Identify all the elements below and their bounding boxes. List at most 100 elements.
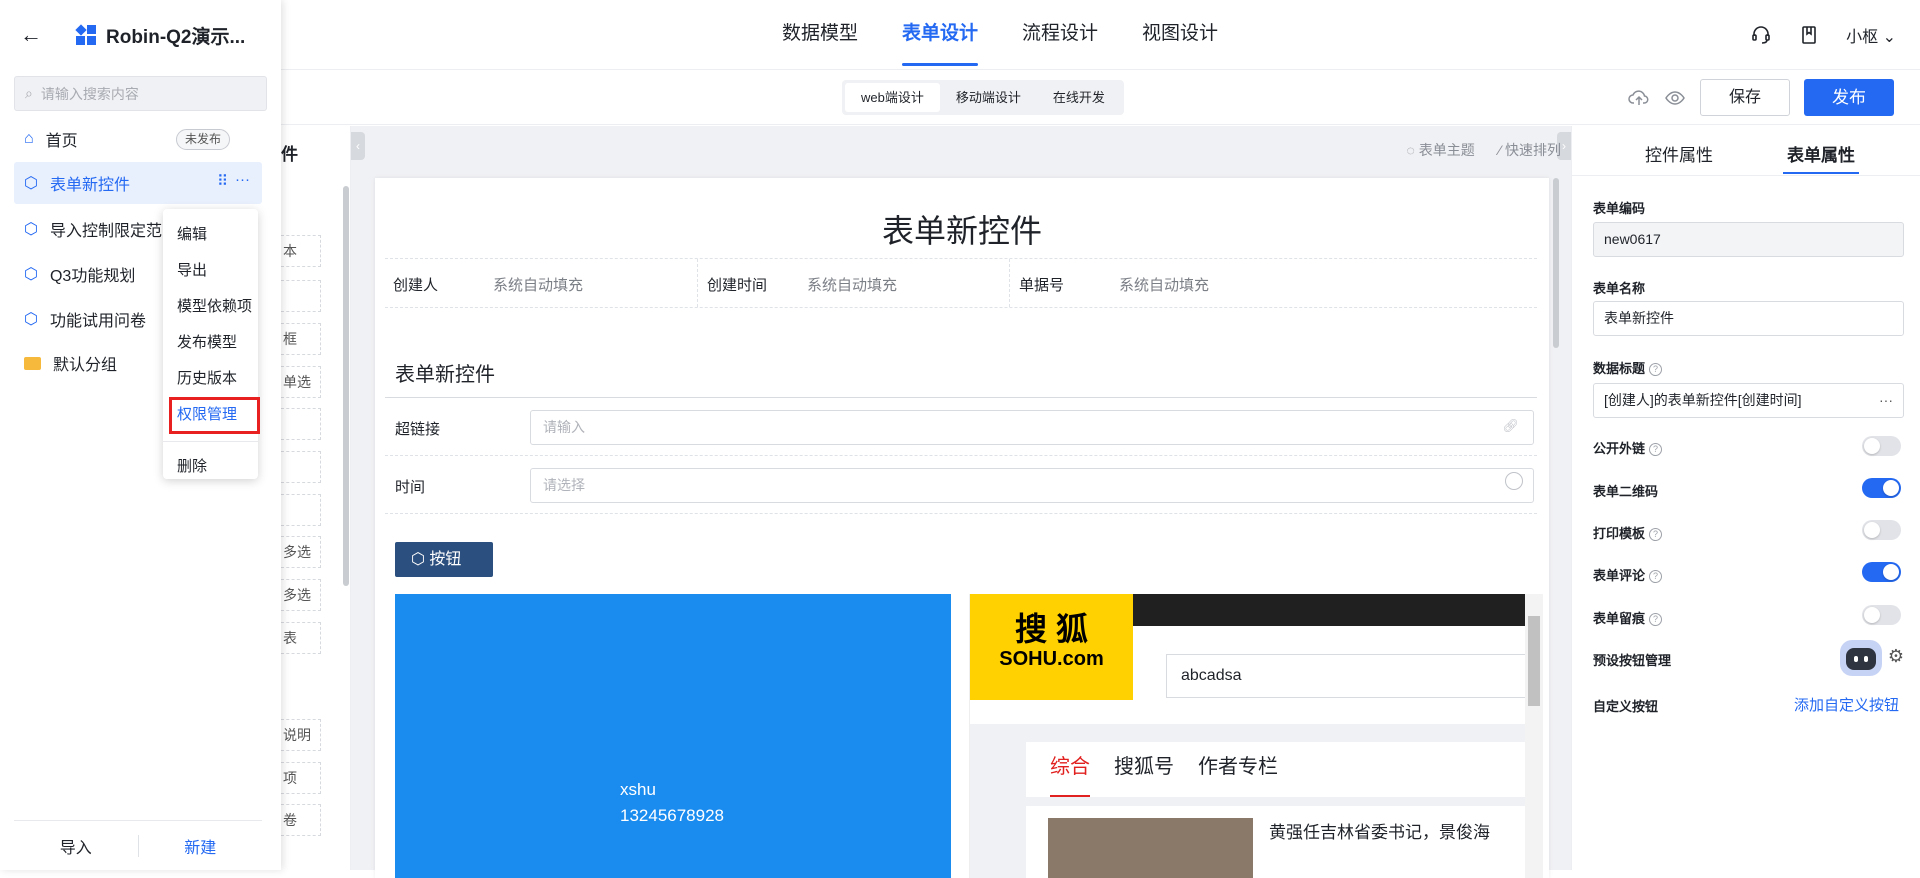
menu-item-history[interactable]: 历史版本 [163, 361, 258, 397]
quick-arrange-button[interactable]: ⁄ 快速排列 [1499, 140, 1561, 160]
divider [1009, 259, 1010, 307]
mode-mobile[interactable]: 移动端设计 [940, 83, 1037, 112]
home-icon: ⌂ [24, 130, 34, 147]
sohu-tab-account[interactable]: 搜狐号 [1114, 742, 1174, 797]
sidebar-item-home[interactable]: ⌂ 首页 未发布 [14, 118, 262, 160]
robot-eye [1854, 656, 1858, 662]
cube-icon: ⬡ [24, 266, 38, 283]
cloud-upload-icon[interactable] [1628, 87, 1650, 109]
component-stub[interactable]: 框 [281, 323, 321, 355]
cube-icon: ⬡ [24, 175, 38, 192]
import-button[interactable]: 导入 [14, 834, 138, 858]
scrollbar[interactable] [343, 186, 349, 586]
user-name: 小枢 [1846, 29, 1879, 46]
trace-toggle[interactable] [1862, 605, 1901, 625]
eye-icon[interactable] [1664, 87, 1686, 109]
more-icon[interactable]: ··· [235, 171, 250, 188]
qr-code-toggle[interactable] [1862, 478, 1901, 498]
data-title-input[interactable]: [创建人]的表单新控件[创建时间] ··· [1593, 383, 1904, 418]
publish-button[interactable]: 发布 [1804, 79, 1894, 116]
tab-form-props[interactable]: 表单属性 [1783, 141, 1859, 174]
drag-handle-icon[interactable]: ⠿ [217, 172, 228, 190]
component-panel-title: 件 [281, 145, 298, 164]
form-name-label: 表单名称 [1593, 281, 1646, 296]
sohu-news-item[interactable]: 黄强任吉林省委书记，景俊海 [1026, 806, 1525, 878]
help-icon[interactable]: ? [1649, 528, 1663, 541]
component-stub[interactable] [281, 280, 321, 312]
headset-icon[interactable] [1750, 24, 1772, 46]
robot-assistant-icon[interactable] [1840, 640, 1882, 676]
cube-icon: ⬡ [411, 551, 425, 568]
creator-value: 系统自动填充 [493, 277, 584, 294]
book-icon[interactable] [1798, 24, 1820, 46]
component-stub[interactable]: 卷 [281, 804, 321, 836]
help-icon[interactable]: ? [1649, 570, 1663, 583]
more-icon[interactable]: ··· [1879, 384, 1893, 417]
help-icon[interactable]: ? [1649, 443, 1663, 456]
menu-item-edit[interactable]: 编辑 [163, 217, 258, 253]
embed-scrollbar[interactable] [1525, 594, 1543, 878]
search-icon: ⌕ [25, 85, 33, 101]
component-stub[interactable]: 单选框 [281, 366, 321, 398]
create-time-value: 系统自动填充 [807, 277, 898, 294]
component-stub[interactable]: 多选 [281, 536, 321, 568]
component-stub[interactable]: 项 [281, 762, 321, 794]
comment-toggle[interactable] [1862, 562, 1901, 582]
component-stub[interactable]: 本 [281, 235, 321, 267]
news-thumbnail [1048, 818, 1253, 878]
menu-item-dependencies[interactable]: 模型依赖项 [163, 289, 258, 325]
help-icon[interactable]: ? [1649, 363, 1663, 376]
sohu-logo-text: 搜 狐 [1015, 611, 1088, 647]
sohu-logo[interactable]: 搜 狐 SOHU.com [970, 594, 1133, 700]
data-title-label: 数据标题? [1593, 358, 1663, 377]
component-stub[interactable]: 说明 [281, 719, 321, 751]
hyperlink-input[interactable]: 请输入 [530, 410, 1534, 445]
mode-online-dev[interactable]: 在线开发 [1037, 83, 1121, 112]
sohu-tab-all[interactable]: 综合 [1050, 742, 1090, 797]
tab-control-props[interactable]: 控件属性 [1645, 141, 1713, 166]
tab-data-model[interactable]: 数据模型 [782, 0, 858, 70]
embedded-webpage: 搜 狐 SOHU.com abcadsa 综合 搜狐号 作者专栏 黄强任吉林省委书… [969, 594, 1525, 878]
menu-item-publish-model[interactable]: 发布模型 [163, 325, 258, 361]
back-arrow-icon[interactable]: ← [20, 22, 42, 48]
mode-web[interactable]: web端设计 [845, 83, 940, 112]
system-fields-row[interactable]: 创建人 系统自动填充 创建时间 系统自动填充 单据号 系统自动填充 [385, 258, 1537, 308]
component-stub[interactable]: 表 [281, 622, 321, 654]
sohu-tab-author[interactable]: 作者专栏 [1198, 742, 1278, 797]
top-nav: 数据模型 表单设计 流程设计 视图设计 [760, 0, 1240, 70]
form-title: 表单新控件 [881, 213, 1042, 249]
new-button[interactable]: 新建 [139, 834, 263, 858]
link-icon: 🔗︎ [1502, 418, 1519, 433]
component-stub[interactable] [281, 408, 321, 440]
menu-item-export[interactable]: 导出 [163, 253, 258, 289]
collapse-left-icon[interactable]: ‹ [351, 132, 365, 160]
time-picker[interactable]: 请选择 [530, 468, 1534, 503]
help-icon[interactable]: ? [1649, 613, 1663, 626]
tab-view-design[interactable]: 视图设计 [1142, 0, 1218, 70]
form-preview: 表单新控件 创建人 系统自动填充 创建时间 系统自动填充 单据号 系统自动填充 … [375, 178, 1559, 878]
component-panel: 件 本 框 单选框 多选 多选 表 说明 项 卷 [281, 126, 351, 870]
component-stub[interactable]: 多选 [281, 579, 321, 611]
sohu-search-input[interactable]: abcadsa [1166, 654, 1525, 698]
scrollbar-thumb[interactable] [1528, 616, 1540, 706]
component-stub[interactable] [281, 494, 321, 526]
component-stub[interactable] [281, 451, 321, 483]
form-name-input[interactable]: 表单新控件 [1593, 301, 1904, 336]
sidebar-search-input[interactable]: ⌕ 请输入搜索内容 [14, 76, 267, 111]
menu-item-delete[interactable]: 删除 [163, 449, 258, 485]
print-template-toggle[interactable] [1862, 520, 1901, 540]
tab-flow-design[interactable]: 流程设计 [1022, 0, 1098, 70]
menu-item-permissions[interactable]: 权限管理 [169, 397, 260, 434]
sidebar-item-form-new-control[interactable]: ⬡ 表单新控件 ⠿ ··· [14, 162, 262, 204]
canvas-scrollbar[interactable] [1553, 178, 1559, 348]
save-button[interactable]: 保存 [1700, 79, 1790, 116]
public-link-toggle[interactable] [1862, 436, 1901, 456]
form-button[interactable]: ⬡ 按钮 [395, 542, 493, 577]
tab-form-design[interactable]: 表单设计 [902, 0, 979, 70]
hyperlink-field-row: 超链接 请输入 🔗︎ [385, 400, 1537, 456]
user-menu[interactable]: 小枢 ⌄ [1846, 23, 1896, 47]
gear-icon[interactable]: ⚙ [1888, 646, 1904, 667]
form-theme-button[interactable]: ◌ 表单主题 [1407, 140, 1475, 160]
toggle-label: 打印模板? [1593, 523, 1663, 542]
add-custom-button-link[interactable]: 添加自定义按钮 [1794, 694, 1899, 715]
